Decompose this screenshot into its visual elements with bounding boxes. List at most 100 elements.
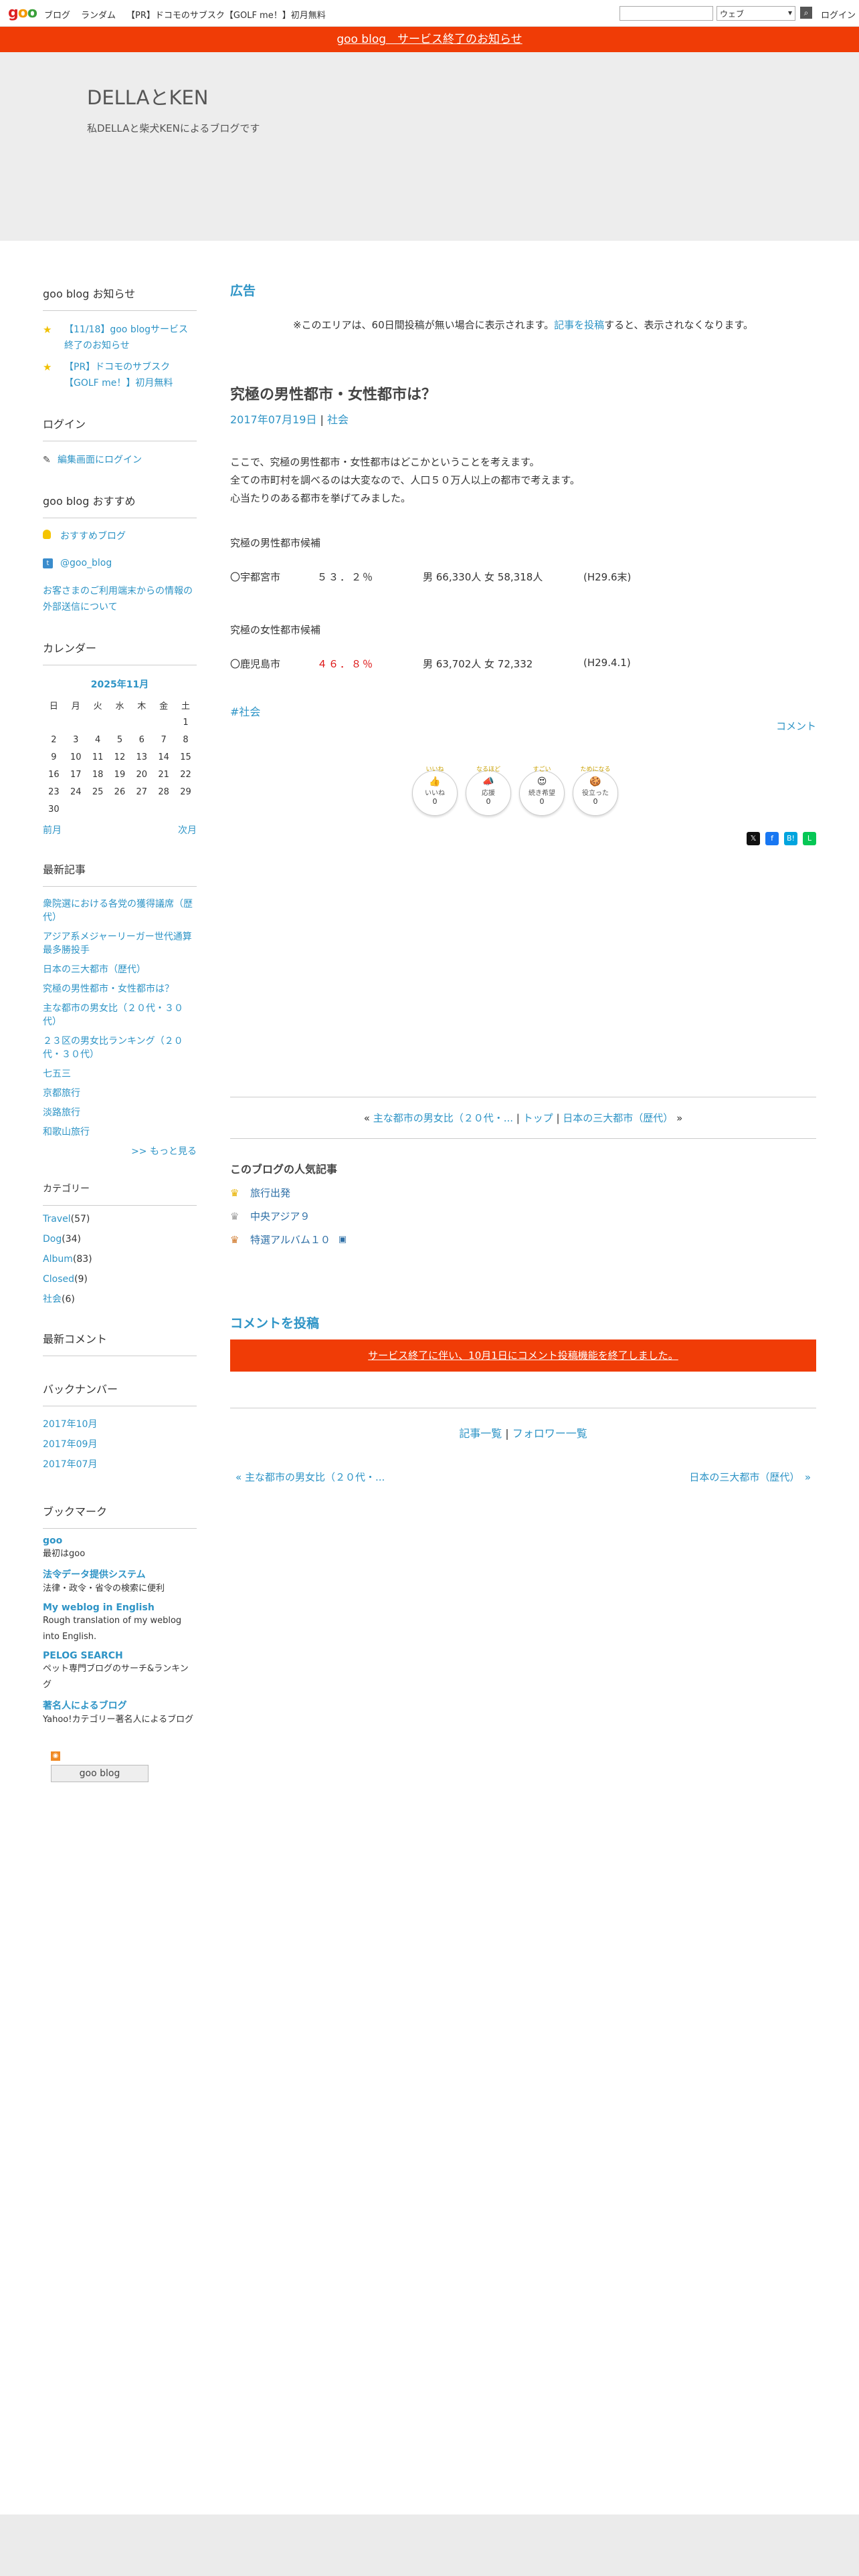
goo-logo[interactable]: goo [8,5,37,21]
top-nav-blog[interactable]: ブログ [44,8,70,21]
calendar-day[interactable]: 1 [175,714,197,731]
calendar-day[interactable]: 11 [87,748,109,766]
calendar-day[interactable]: 20 [130,766,153,783]
popular-article-link[interactable]: 中央アジア９ [250,1209,310,1223]
x-share-icon[interactable]: 𝕏 [747,832,760,845]
calendar-day[interactable]: 9 [43,748,65,766]
hatena-share-icon[interactable]: B! [784,832,797,845]
service-end-notice-link[interactable]: goo blog サービス終了のお知らせ [337,33,522,46]
calendar-day[interactable]: 12 [109,748,131,766]
post-category[interactable]: 社会 [327,413,349,426]
calendar-day[interactable]: 6 [130,731,153,748]
notice-link[interactable]: 【11/18】goo blogサービス終了のお知らせ [64,322,197,354]
calendar-day[interactable]: 4 [87,731,109,748]
search-icon[interactable]: ⌕ [800,7,812,19]
latest-article-link[interactable]: 淡路旅行 [43,1106,197,1119]
calendar-next-link[interactable]: 次月 [178,823,197,837]
calendar-day[interactable]: 28 [153,783,175,800]
more-articles-link[interactable]: >> もっと見る [43,1145,197,1158]
calendar-day[interactable]: 23 [43,783,65,800]
latest-article-link[interactable]: アジア系メジャーリーガー世代通算最多勝投手 [43,930,197,957]
top-nav-pr[interactable]: 【PR】ドコモのサブスク【GOLF me！】初月無料 [126,8,326,21]
rss-icon[interactable]: ◉ [51,1751,60,1761]
latest-article-link[interactable]: 七五三 [43,1067,197,1081]
follower-list-link[interactable]: フォロワー一覧 [512,1427,587,1440]
pager-top-link[interactable]: トップ [523,1112,553,1124]
calendar-day[interactable]: 29 [175,783,197,800]
popular-article-link[interactable]: 旅行出発 [250,1186,290,1200]
calendar-day[interactable]: 25 [87,783,109,800]
bookmark-link[interactable]: 法令データ提供システム [43,1568,197,1581]
next-article-link[interactable]: 日本の三大都市（歴代） » [689,1470,811,1484]
calendar-day[interactable]: 2 [43,731,65,748]
search-type-select[interactable]: ウェブ ▾ [717,6,795,21]
bookmark-link[interactable]: 著名人によるブログ [43,1699,197,1712]
calendar-day[interactable]: 14 [153,748,175,766]
calendar-prev-link[interactable]: 前月 [43,823,62,837]
latest-article-link[interactable]: 日本の三大都市（歴代） [43,963,197,976]
calendar-day[interactable]: 3 [65,731,87,748]
latest-article-link[interactable]: 衆院選における各党の獲得議席（歴代） [43,897,197,924]
post-article-link[interactable]: 記事を投稿 [554,319,604,331]
post-date[interactable]: 2017年07月19日 [230,413,316,426]
post-title[interactable]: 究極の男性都市・女性都市は？ [230,383,816,404]
top-nav-random[interactable]: ランダム [81,8,116,21]
latest-article-link[interactable]: 究極の男性都市・女性都市は？ [43,982,197,996]
reaction-button[interactable]: すごい 😍 続き希望 0 [519,766,565,816]
prev-article-link[interactable]: « 主な都市の男女比（２０代・... [235,1470,385,1484]
calendar-day[interactable]: 17 [65,766,87,783]
calendar-day[interactable]: 22 [175,766,197,783]
calendar-day[interactable]: 30 [43,800,65,818]
backnumber-list[interactable]: 2017年10月 2017年09月 2017年07月 2016年11月 [43,1417,197,1479]
blog-title[interactable]: DELLAとKEN [87,82,209,110]
reaction-button[interactable]: なるほど 📣 応援 0 [466,766,511,816]
backnumber-link[interactable]: 2017年07月 [43,1457,197,1471]
calendar-day[interactable]: 15 [175,748,197,766]
calendar-day[interactable]: 10 [65,748,87,766]
latest-article-link[interactable]: ２３区の男女比ランキング（２０代・３０代） [43,1035,197,1061]
pager-next-link[interactable]: 日本の三大都市（歴代） [563,1112,673,1124]
latest-article-link[interactable]: 京都旅行 [43,1087,197,1100]
calendar-day[interactable]: 5 [109,731,131,748]
calendar-day[interactable]: 19 [109,766,131,783]
reaction-button[interactable]: ためになる 🍪 役立った 0 [573,766,618,816]
login-link[interactable]: ログイン [821,8,856,21]
backnumber-link[interactable]: 2017年09月 [43,1437,197,1451]
post-tag[interactable]: #社会 [230,706,260,718]
recommend-blog-link[interactable]: おすすめブログ [60,529,126,542]
bookmark-link[interactable]: PELOG SEARCH [43,1650,197,1661]
line-share-icon[interactable]: L [803,832,816,845]
latest-article-link[interactable]: 主な都市の男女比（２０代・３０代） [43,1002,197,1029]
category-link[interactable]: Album [43,1254,73,1265]
calendar-day[interactable]: 24 [65,783,87,800]
facebook-share-icon[interactable]: f [765,832,779,845]
goo-blog-twitter-link[interactable]: @goo_blog [60,558,112,568]
calendar-day[interactable]: 26 [109,783,131,800]
calendar-month[interactable]: 2025年11月 [43,676,197,696]
popular-article-link[interactable]: 特選アルバム１０ [250,1232,330,1247]
calendar-day[interactable]: 21 [153,766,175,783]
calendar-day[interactable]: 8 [175,731,197,748]
comment-closed-link[interactable]: サービス終了に伴い、10月1日にコメント投稿機能を終了しました。 [368,1350,678,1362]
calendar-day[interactable]: 27 [130,783,153,800]
calendar-day[interactable]: 16 [43,766,65,783]
reaction-button[interactable]: いいね 👍 いいね 0 [412,766,458,816]
category-link[interactable]: Closed [43,1274,74,1285]
search-input[interactable] [619,6,713,21]
category-link[interactable]: Dog [43,1234,62,1245]
goo-blog-badge[interactable]: goo blog [51,1765,149,1782]
calendar-day[interactable]: 18 [87,766,109,783]
bookmark-link[interactable]: goo [43,1535,197,1546]
article-list-link[interactable]: 記事一覧 [459,1427,502,1440]
external-transmission-link[interactable]: お客さまのご利用端末からの情報の外部送信について [43,583,197,615]
latest-article-link[interactable]: 和歌山旅行 [43,1125,197,1139]
edit-login-link[interactable]: 編集画面にログイン [58,452,142,468]
calendar-day[interactable]: 7 [153,731,175,748]
backnumber-link[interactable]: 2017年10月 [43,1417,197,1430]
notice-link[interactable]: 【PR】ドコモのサブスク【GOLF me！】初月無料 [64,359,197,391]
category-link[interactable]: 社会 [43,1294,62,1305]
backnumber-link[interactable]: 2016年11月 [43,1477,197,1479]
bookmark-link[interactable]: My weblog in English [43,1602,197,1613]
category-link[interactable]: Travel [43,1214,71,1224]
pager-prev-link[interactable]: 主な都市の男女比（２０代・... [373,1112,513,1124]
